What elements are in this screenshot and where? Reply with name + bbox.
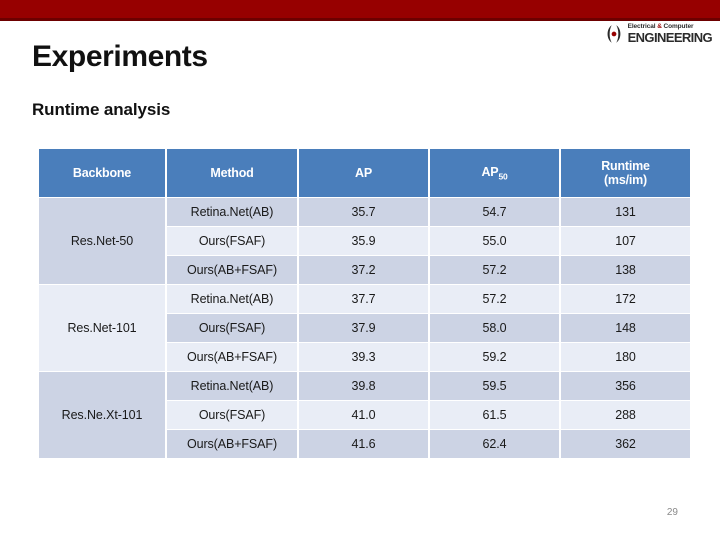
cell-method: Ours(AB+FSAF) bbox=[167, 430, 297, 458]
column-header-method: Method bbox=[167, 149, 297, 197]
cell-ap50: 59.2 bbox=[430, 343, 559, 371]
cell-ap: 39.3 bbox=[299, 343, 428, 371]
column-header-runtime: Runtime (ms/im) bbox=[561, 149, 690, 197]
cell-runtime: 148 bbox=[561, 314, 690, 342]
ece-logo-line1-post: Computer bbox=[661, 22, 694, 30]
cell-ap: 39.8 bbox=[299, 372, 428, 400]
cell-ap: 35.7 bbox=[299, 198, 428, 226]
ece-bracket-icon bbox=[607, 25, 620, 43]
cell-backbone: Res.Net-101 bbox=[39, 285, 165, 371]
column-header-ap: AP bbox=[299, 149, 428, 197]
cell-backbone: Res.Ne.Xt-101 bbox=[39, 372, 165, 458]
results-table-container: Backbone Method AP AP50 Runtime (ms/im) R… bbox=[37, 148, 690, 459]
cell-ap: 41.6 bbox=[299, 430, 428, 458]
cell-ap50: 59.5 bbox=[430, 372, 559, 400]
column-header-ap50-subscript: 50 bbox=[498, 171, 508, 182]
cell-runtime: 180 bbox=[561, 343, 690, 371]
top-accent-bar bbox=[0, 0, 720, 18]
cell-method: Retina.Net(AB) bbox=[167, 372, 297, 400]
cell-ap: 37.7 bbox=[299, 285, 428, 313]
cell-runtime: 131 bbox=[561, 198, 690, 226]
cell-ap: 37.2 bbox=[299, 256, 428, 284]
column-header-runtime-line1: Runtime bbox=[601, 158, 650, 173]
cell-ap50: 61.5 bbox=[430, 401, 559, 429]
page-number: 29 bbox=[666, 507, 678, 518]
cell-method: Retina.Net(AB) bbox=[167, 198, 297, 226]
cell-ap50: 62.4 bbox=[430, 430, 559, 458]
page-title: Experiments bbox=[32, 40, 208, 73]
cell-ap: 35.9 bbox=[299, 227, 428, 255]
column-header-backbone: Backbone bbox=[39, 149, 165, 197]
cell-method: Ours(FSAF) bbox=[167, 314, 297, 342]
cell-runtime: 107 bbox=[561, 227, 690, 255]
cell-ap50: 55.0 bbox=[430, 227, 559, 255]
runtime-results-table: Backbone Method AP AP50 Runtime (ms/im) R… bbox=[37, 148, 692, 459]
cell-runtime: 288 bbox=[561, 401, 690, 429]
column-header-ap50-base: AP bbox=[481, 164, 499, 179]
table-row: Res.Net-50 Retina.Net(AB) 35.7 54.7 131 bbox=[39, 198, 690, 284]
table-header-row: Backbone Method AP AP50 Runtime (ms/im) bbox=[39, 149, 690, 197]
page-subtitle: Runtime analysis bbox=[32, 100, 171, 119]
table-row: Res.Ne.Xt-101 Retina.Net(AB) 39.8 59.5 356 bbox=[39, 372, 690, 458]
column-header-runtime-line2: (ms/im) bbox=[603, 173, 648, 187]
cell-ap50: 57.2 bbox=[430, 256, 559, 284]
cell-method: Ours(AB+FSAF) bbox=[167, 343, 297, 371]
cell-ap: 37.9 bbox=[299, 314, 428, 342]
cell-runtime: 172 bbox=[561, 285, 690, 313]
cell-runtime: 356 bbox=[561, 372, 690, 400]
column-header-ap50: AP50 bbox=[430, 149, 559, 197]
table-header: Backbone Method AP AP50 Runtime (ms/im) bbox=[39, 149, 690, 197]
cell-method: Retina.Net(AB) bbox=[167, 285, 297, 313]
ece-logo-text: Electrical & Computer ENGINEERING bbox=[627, 22, 713, 46]
cell-ap: 41.0 bbox=[299, 401, 428, 429]
cell-runtime: 138 bbox=[561, 256, 690, 284]
cell-method: Ours(FSAF) bbox=[167, 401, 297, 429]
cell-method: Ours(AB+FSAF) bbox=[167, 256, 297, 284]
ece-logo-line1-pre: Electrical bbox=[627, 22, 658, 30]
table-body: Res.Net-50 Retina.Net(AB) 35.7 54.7 131 Ours(… bbox=[39, 198, 690, 458]
top-accent-bar-edge bbox=[0, 18, 720, 21]
cell-runtime: 362 bbox=[561, 430, 690, 458]
table-row: Res.Net-101 Retina.Net(AB) 37.7 57.2 172 bbox=[39, 285, 690, 371]
cell-backbone: Res.Net-50 bbox=[39, 198, 165, 284]
cell-ap50: 54.7 bbox=[430, 198, 559, 226]
ece-logo-line2: ENGINEERING bbox=[627, 30, 713, 46]
cell-method: Ours(FSAF) bbox=[167, 227, 297, 255]
cell-ap50: 57.2 bbox=[430, 285, 559, 313]
ece-logo: Electrical & Computer ENGINEERING bbox=[603, 22, 713, 46]
cell-ap50: 58.0 bbox=[430, 314, 559, 342]
